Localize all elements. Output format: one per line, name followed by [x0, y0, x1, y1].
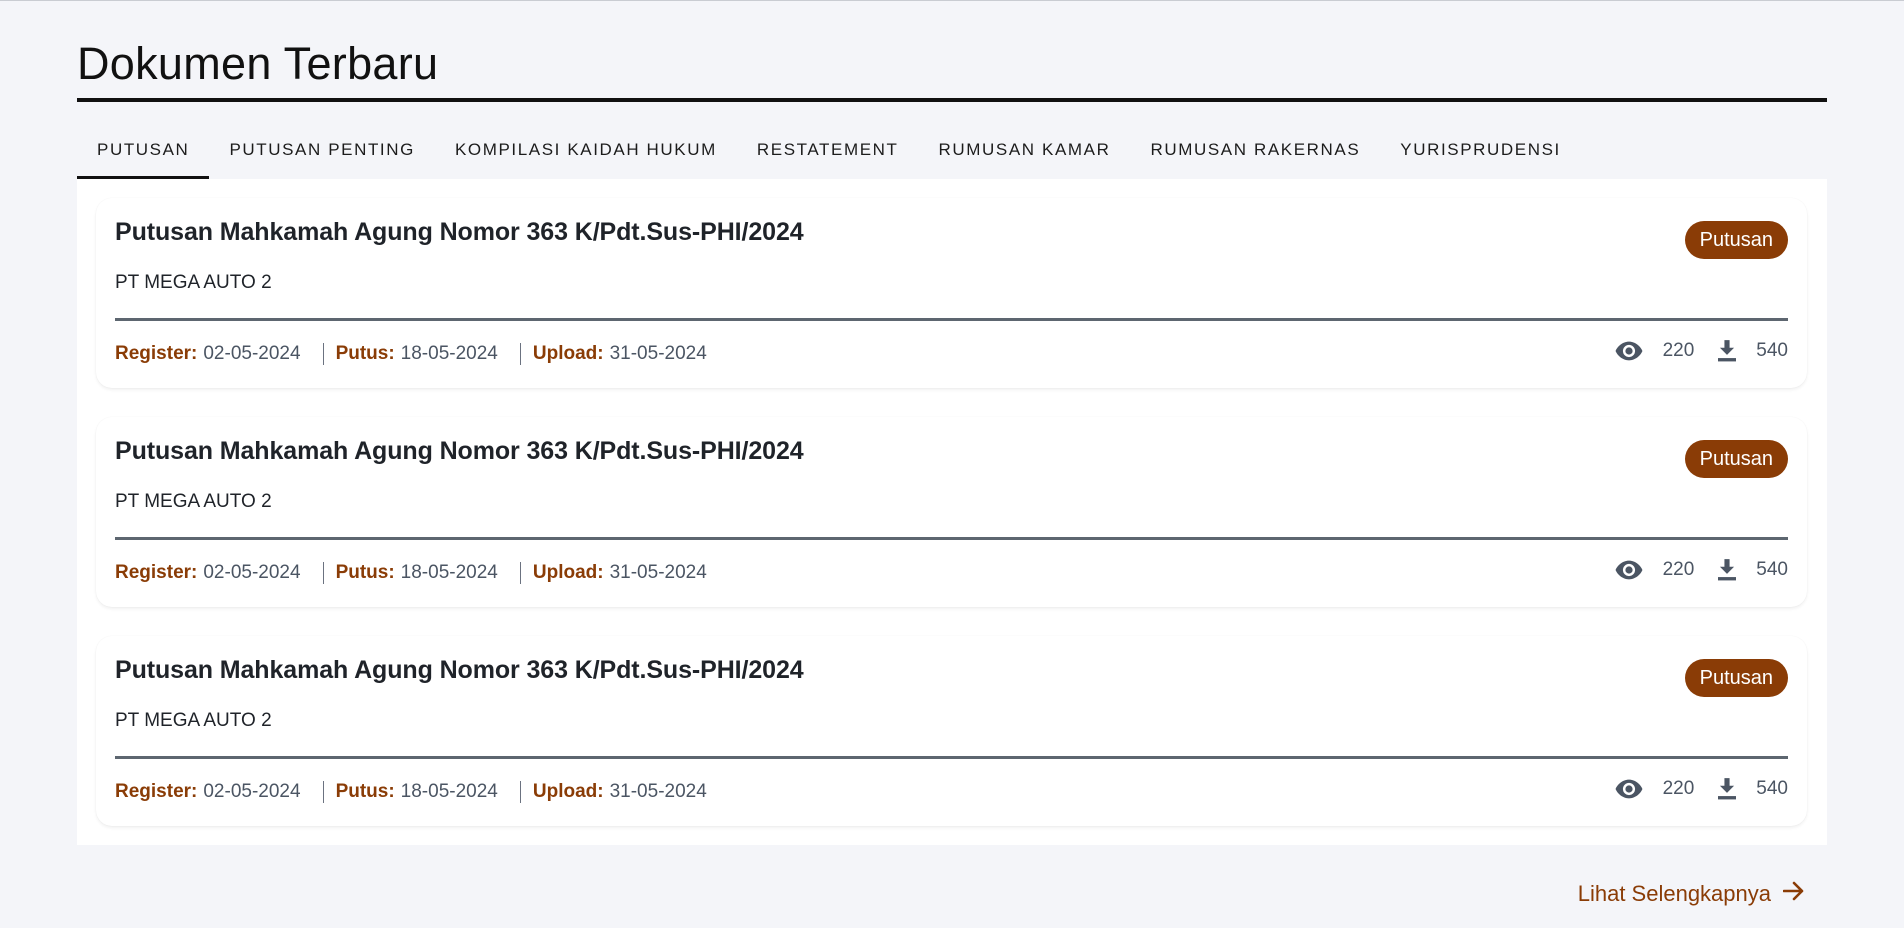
document-title[interactable]: Putusan Mahkamah Agung Nomor 363 K/Pdt.S… — [115, 218, 804, 247]
document-card[interactable]: Putusan Mahkamah Agung Nomor 363 K/Pdt.S… — [96, 198, 1807, 388]
top-border — [0, 0, 1904, 1]
putus-date: 18-05-2024 — [400, 343, 498, 364]
document-party: PT MEGA AUTO 2 — [115, 710, 272, 731]
meta-separator — [519, 781, 521, 803]
latest-documents-section: Dokumen Terbaru PUTUSAN PUTUSAN PENTING … — [77, 36, 1827, 928]
upload-date: 31-05-2024 — [609, 781, 707, 802]
tab-kompilasi-kaidah-hukum[interactable]: KOMPILASI KAIDAH HUKUM — [435, 121, 737, 179]
view-count: 220 — [1662, 559, 1695, 580]
document-stats: 220 540 — [1615, 559, 1788, 581]
putus-label: Putus: — [335, 781, 395, 802]
card-divider — [115, 756, 1788, 759]
download-count: 540 — [1756, 340, 1788, 361]
meta-separator — [322, 343, 324, 365]
view-count: 220 — [1662, 340, 1695, 361]
tab-rumusan-kamar[interactable]: RUMUSAN KAMAR — [919, 121, 1131, 179]
documents-panel: PUTUSAN PUTUSAN PENTING KOMPILASI KAIDAH… — [77, 121, 1827, 928]
tab-yurisprudensi[interactable]: YURISPRUDENSI — [1380, 121, 1581, 179]
upload-label: Upload: — [532, 781, 604, 802]
card-divider — [115, 318, 1788, 321]
meta-separator — [322, 562, 324, 584]
document-type-badge: Putusan — [1684, 221, 1788, 259]
document-party: PT MEGA AUTO 2 — [115, 272, 272, 293]
document-type-badge: Putusan — [1684, 440, 1788, 478]
see-more-link[interactable]: Lihat Selengkapnya — [1578, 881, 1805, 907]
register-label: Register: — [115, 562, 198, 583]
title-divider — [77, 98, 1827, 102]
register-date: 02-05-2024 — [203, 781, 301, 802]
upload-label: Upload: — [532, 343, 604, 364]
document-card[interactable]: Putusan Mahkamah Agung Nomor 363 K/Pdt.S… — [96, 636, 1807, 826]
putus-date: 18-05-2024 — [400, 562, 498, 583]
page-title: Dokumen Terbaru — [77, 38, 439, 89]
upload-date: 31-05-2024 — [609, 562, 707, 583]
putus-label: Putus: — [335, 343, 395, 364]
card-divider — [115, 537, 1788, 540]
download-count: 540 — [1756, 778, 1788, 799]
meta-separator — [322, 781, 324, 803]
putus-label: Putus: — [335, 562, 395, 583]
document-dates: Register: 02-05-2024 Putus: 18-05-2024 U… — [115, 562, 707, 584]
eye-icon — [1615, 341, 1643, 361]
document-party: PT MEGA AUTO 2 — [115, 491, 272, 512]
tab-putusan[interactable]: PUTUSAN — [77, 121, 210, 179]
download-icon — [1718, 340, 1737, 362]
putus-date: 18-05-2024 — [400, 781, 498, 802]
document-title[interactable]: Putusan Mahkamah Agung Nomor 363 K/Pdt.S… — [115, 656, 804, 685]
upload-date: 31-05-2024 — [609, 343, 707, 364]
register-date: 02-05-2024 — [203, 562, 301, 583]
download-icon — [1718, 559, 1737, 581]
eye-icon — [1615, 779, 1643, 799]
document-type-badge: Putusan — [1684, 659, 1788, 697]
tab-restatement[interactable]: RESTATEMENT — [737, 121, 919, 179]
document-stats: 220 540 — [1615, 340, 1788, 362]
document-list: Putusan Mahkamah Agung Nomor 363 K/Pdt.S… — [77, 179, 1827, 845]
see-more-label: Lihat Selengkapnya — [1577, 881, 1771, 906]
document-dates: Register: 02-05-2024 Putus: 18-05-2024 U… — [115, 781, 707, 803]
register-date: 02-05-2024 — [203, 343, 301, 364]
register-label: Register: — [115, 343, 198, 364]
view-count: 220 — [1662, 778, 1695, 799]
tab-putusan-penting[interactable]: PUTUSAN PENTING — [209, 121, 435, 179]
category-tabs: PUTUSAN PUTUSAN PENTING KOMPILASI KAIDAH… — [77, 121, 1827, 179]
download-count: 540 — [1756, 559, 1788, 580]
upload-label: Upload: — [532, 562, 604, 583]
document-dates: Register: 02-05-2024 Putus: 18-05-2024 U… — [115, 343, 707, 365]
document-stats: 220 540 — [1615, 778, 1788, 800]
document-title[interactable]: Putusan Mahkamah Agung Nomor 363 K/Pdt.S… — [115, 437, 804, 466]
eye-icon — [1615, 560, 1643, 580]
document-card[interactable]: Putusan Mahkamah Agung Nomor 363 K/Pdt.S… — [96, 417, 1807, 607]
arrow-right-icon — [1771, 881, 1805, 907]
register-label: Register: — [115, 781, 198, 802]
meta-separator — [519, 562, 521, 584]
tab-rumusan-rakernas[interactable]: RUMUSAN RAKERNAS — [1130, 121, 1380, 179]
download-icon — [1718, 778, 1737, 800]
meta-separator — [519, 343, 521, 365]
